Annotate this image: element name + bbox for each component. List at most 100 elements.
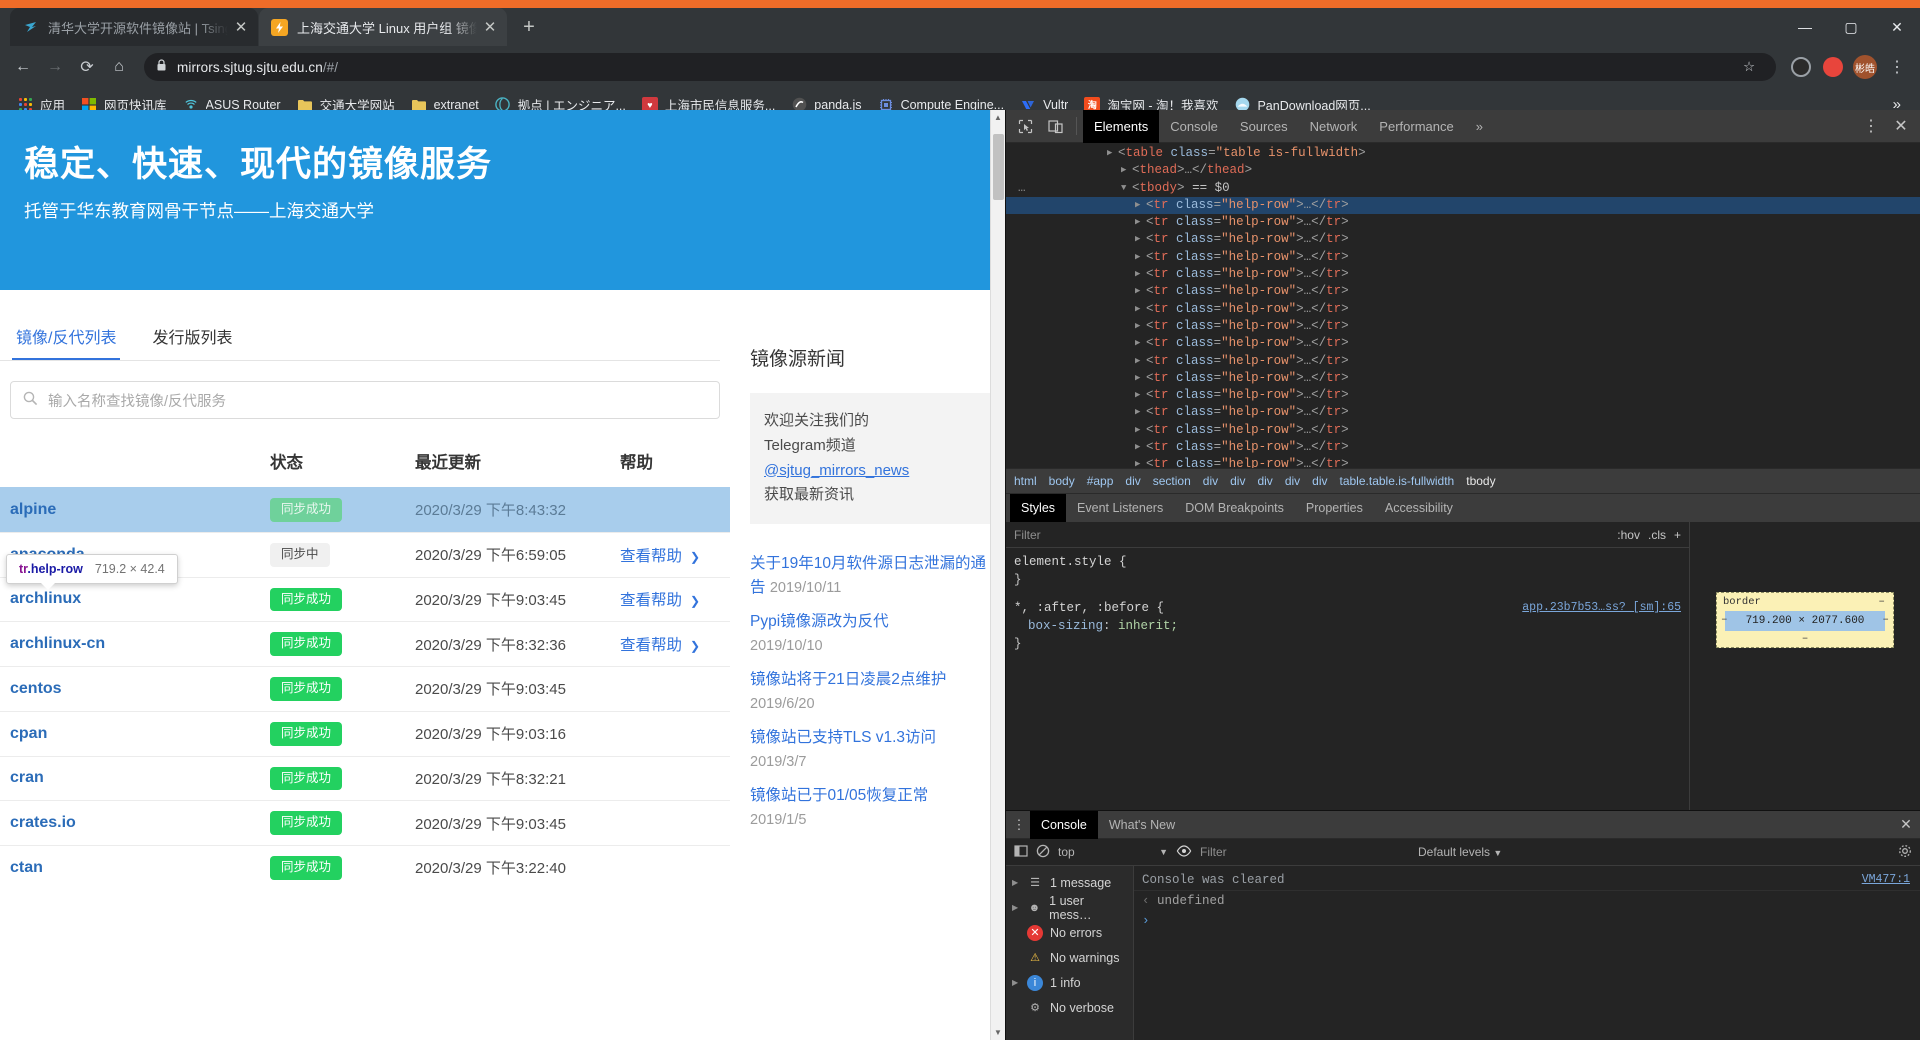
expand-arrow-icon[interactable]: ▶ (1012, 978, 1020, 987)
help-link[interactable]: 查看帮助 (620, 548, 682, 565)
expand-arrow-icon[interactable]: ▶ (1135, 318, 1140, 335)
breadcrumb-item[interactable]: div (1312, 474, 1327, 488)
breadcrumb-item[interactable]: div (1125, 474, 1140, 488)
breadcrumb-item[interactable]: body (1049, 474, 1075, 488)
dom-line-tr[interactable]: ▶ <tr class="help-row">…</tr> (1006, 301, 1920, 318)
tab-console[interactable]: Console (1159, 110, 1229, 143)
expand-arrow-icon[interactable]: ▶ (1135, 214, 1140, 231)
expand-arrow-icon[interactable]: ▶ (1012, 903, 1020, 912)
telegram-channel-link[interactable]: @sjtug_mirrors_news (764, 462, 909, 479)
expand-arrow-icon[interactable]: ▶ (1135, 283, 1140, 300)
drawer-menu-icon[interactable]: ⋮ (1008, 817, 1030, 833)
chrome-menu-button[interactable]: ⋮ (1882, 52, 1912, 82)
search-input[interactable]: 输入名称查找镜像/反代服务 (10, 381, 720, 419)
css-source-link[interactable]: app.23b7b53…ss? [sm]:65 (1522, 599, 1681, 617)
table-row[interactable]: cpan 同步成功 2020/3/29 下午9:03:16 (0, 710, 730, 756)
new-tab-button[interactable]: + (514, 12, 544, 42)
sidebar-item-user-messages[interactable]: ▶ ☻ 1 user mess… (1006, 894, 1133, 922)
expand-arrow-icon[interactable]: ▶ (1135, 301, 1140, 318)
minimize-button[interactable]: — (1782, 8, 1828, 46)
maximize-button[interactable]: ▢ (1828, 8, 1874, 46)
dom-line-tr[interactable]: ▶ <tr class="help-row">…</tr> (1006, 335, 1920, 352)
dom-line-tr[interactable]: ▶ <tr class="help-row">…</tr> (1006, 231, 1920, 248)
address-bar[interactable]: mirrors.sjtug.sjtu.edu.cn/#/ ☆ (144, 53, 1776, 81)
expand-arrow-icon[interactable]: ▶ (1107, 145, 1112, 162)
drawer-tab-whats-new[interactable]: What's New (1098, 811, 1186, 839)
chevron-down-icon[interactable]: ❯ (690, 639, 700, 653)
dom-line-thead[interactable]: ▶ <thead>…</thead> (1006, 162, 1920, 179)
tab-mirror-list[interactable]: 镜像/反代列表 (12, 320, 121, 360)
expand-arrow-icon[interactable]: ▶ (1135, 249, 1140, 266)
cls-toggle[interactable]: .cls (1648, 528, 1666, 542)
table-row[interactable]: cran 同步成功 2020/3/29 下午8:32:21 (0, 755, 730, 801)
css-property-value[interactable]: inherit; (1118, 619, 1178, 633)
table-row[interactable]: centos 同步成功 2020/3/29 下午9:03:45 (0, 666, 730, 712)
dom-line-tr[interactable]: ▶ <tr class="help-row">…</tr> (1006, 249, 1920, 266)
news-link[interactable]: 镜像站已于01/05恢复正常 (750, 787, 928, 804)
close-icon[interactable]: ✕ (232, 18, 250, 36)
console-message-source[interactable]: VM477:1 (1862, 873, 1910, 886)
console-prompt[interactable]: › (1134, 911, 1920, 931)
clear-console-icon[interactable] (1036, 844, 1050, 861)
mirror-link[interactable]: archlinux-cn (10, 635, 105, 652)
tab-sources[interactable]: Sources (1229, 110, 1299, 143)
breadcrumb-item[interactable]: section (1153, 474, 1191, 488)
tabs-overflow-button[interactable]: » (1465, 110, 1494, 143)
expand-arrow-icon[interactable]: ▶ (1012, 878, 1020, 887)
dom-line-table[interactable]: ▶ <table class="table is-fullwidth> (1006, 145, 1920, 162)
dom-line-tr[interactable]: ▶ <tr class="help-row">…</tr> (1006, 456, 1920, 468)
hov-toggle[interactable]: :hov (1617, 528, 1640, 542)
sidebar-item-info[interactable]: ▶ i 1 info (1006, 970, 1133, 995)
close-window-button[interactable]: ✕ (1874, 8, 1920, 46)
breadcrumb-item[interactable]: html (1014, 474, 1037, 488)
forward-button[interactable]: → (40, 52, 70, 82)
expand-arrow-icon[interactable]: ▶ (1135, 370, 1140, 387)
live-expression-icon[interactable] (1176, 844, 1192, 860)
sidebar-item-errors[interactable]: ✕ No errors (1006, 920, 1133, 945)
sidebar-item-verbose[interactable]: ⚙ No verbose (1006, 995, 1133, 1020)
gear-icon[interactable] (1898, 844, 1912, 861)
dom-tree[interactable]: ▶ <table class="table is-fullwidth> ▶ <the… (1006, 143, 1920, 468)
expand-arrow-icon[interactable]: ▶ (1135, 266, 1140, 283)
console-filter-input[interactable]: Filter (1200, 845, 1370, 859)
table-row[interactable]: crates.io 同步成功 2020/3/29 下午9:03:45 (0, 800, 730, 846)
subtab-event-listeners[interactable]: Event Listeners (1066, 494, 1174, 522)
page-scrollbar[interactable]: ▲ ▼ (990, 110, 1005, 1040)
scroll-up-arrow[interactable]: ▲ (991, 110, 1005, 125)
expand-arrow-icon[interactable]: ▶ (1135, 387, 1140, 404)
kebab-menu-icon[interactable]: ⋮ (1856, 112, 1886, 140)
expand-arrow-icon[interactable]: ▶ (1135, 197, 1140, 214)
dom-line-tr[interactable]: ▶ <tr class="help-row">…</tr> (1006, 196, 1920, 215)
chevron-down-icon[interactable]: ❯ (690, 594, 700, 608)
reload-button[interactable]: ⟳ (72, 52, 102, 82)
console-sidebar-icon[interactable] (1014, 844, 1028, 861)
styles-filter-input[interactable]: Filter (1014, 528, 1041, 542)
expand-arrow-icon[interactable]: ▶ (1135, 335, 1140, 352)
expand-arrow-icon[interactable]: ▶ (1121, 162, 1126, 179)
drawer-tab-console[interactable]: Console (1030, 810, 1098, 839)
subtab-dom-breakpoints[interactable]: DOM Breakpoints (1174, 494, 1295, 522)
dom-line-tr[interactable]: ▶ <tr class="help-row">…</tr> (1006, 404, 1920, 421)
dom-line-tr[interactable]: ▶ <tr class="help-row">…</tr> (1006, 370, 1920, 387)
expand-arrow-icon[interactable]: ▶ (1135, 231, 1140, 248)
table-row[interactable]: ctan 同步成功 2020/3/29 下午3:22:40 (0, 844, 730, 890)
extension-icon-2[interactable] (1818, 52, 1848, 82)
news-link[interactable]: Pypi镜像源改为反代 (750, 613, 889, 630)
expand-arrow-icon[interactable]: ▶ (1135, 439, 1140, 456)
browser-tab-1[interactable]: 清华大学开源软件镜像站 | Tsing ✕ (10, 8, 258, 46)
close-icon[interactable]: ✕ (1886, 112, 1916, 140)
breadcrumb-item[interactable]: div (1285, 474, 1300, 488)
subtab-properties[interactable]: Properties (1295, 494, 1374, 522)
dom-line-tr[interactable]: ▶ <tr class="help-row">…</tr> (1006, 318, 1920, 335)
tab-network[interactable]: Network (1299, 110, 1369, 143)
breadcrumb-item[interactable]: table.table.is-fullwidth (1340, 474, 1455, 488)
expand-arrow-icon[interactable]: ▶ (1135, 353, 1140, 370)
browser-tab-2[interactable]: 上海交通大学 Linux 用户组 镜像 ✕ (259, 8, 507, 46)
sidebar-item-warnings[interactable]: ⚠ No warnings (1006, 945, 1133, 970)
breadcrumb-item[interactable]: div (1203, 474, 1218, 488)
tab-performance[interactable]: Performance (1368, 110, 1464, 143)
mirror-link[interactable]: cpan (10, 725, 47, 742)
expand-arrow-icon[interactable]: ▶ (1135, 456, 1140, 468)
dom-line-tr[interactable]: ▶ <tr class="help-row">…</tr> (1006, 353, 1920, 370)
expand-arrow-icon[interactable]: ▶ (1135, 404, 1140, 421)
